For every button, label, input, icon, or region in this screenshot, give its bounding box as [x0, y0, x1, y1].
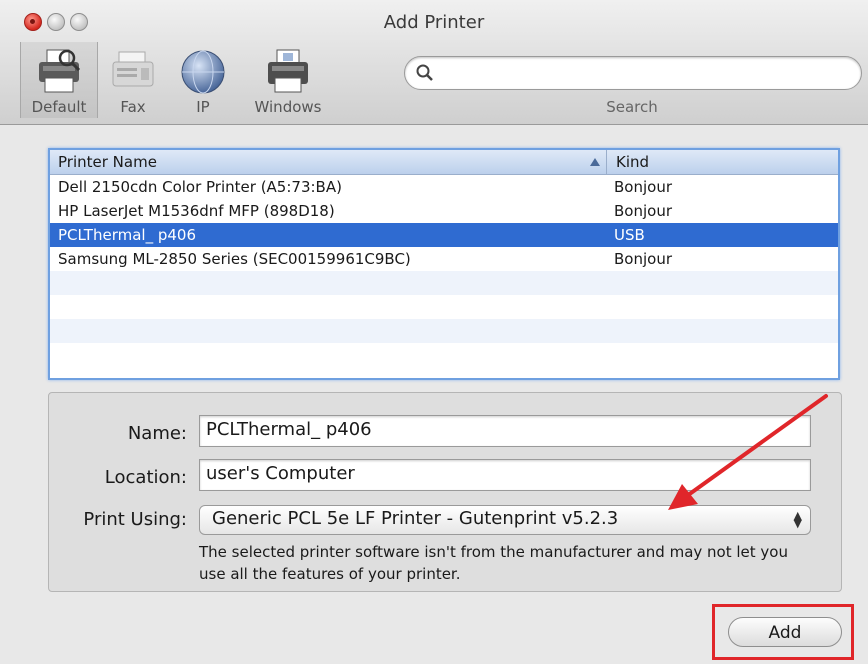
- search-field[interactable]: [404, 56, 862, 90]
- window-toolbar: Add Printer Default Fax IP Windows Searc…: [0, 0, 868, 125]
- globe-icon: [179, 48, 227, 98]
- printer-name-cell: HP LaserJet M1536dnf MFP (898D18): [58, 202, 335, 220]
- printer-name-cell: Dell 2150cdn Color Printer (A5:73:BA): [58, 178, 342, 196]
- toolbar-default-label: Default: [31, 98, 87, 116]
- printer-kind-cell: Bonjour: [614, 178, 672, 196]
- updown-arrows-icon: ▲ ▼: [793, 509, 802, 530]
- windows-printer-icon: [264, 48, 312, 98]
- fax-icon: [109, 48, 157, 96]
- print-using-select[interactable]: Generic PCL 5e LF Printer - Gutenprint v…: [199, 505, 811, 535]
- location-field[interactable]: user's Computer: [199, 459, 811, 491]
- printer-name-cell: PCLThermal_ p406: [58, 226, 197, 244]
- magnifier-icon: [415, 63, 435, 87]
- add-printer-window: Add Printer Default Fax IP Windows Searc…: [0, 0, 868, 664]
- sort-ascending-icon: [590, 158, 600, 166]
- table-row[interactable]: Dell 2150cdn Color Printer (A5:73:BA) Bo…: [50, 175, 838, 199]
- print-using-value: Generic PCL 5e LF Printer - Gutenprint v…: [212, 508, 619, 529]
- toolbar-windows-label: Windows: [254, 98, 322, 116]
- printer-details-panel: Name: PCLThermal_ p406 Location: user's …: [48, 392, 842, 592]
- add-button[interactable]: Add: [728, 617, 842, 647]
- column-header-kind[interactable]: Kind: [616, 153, 649, 171]
- search-label: Search: [606, 98, 658, 116]
- toolbar-fax-label: Fax: [120, 98, 146, 116]
- printer-kind-cell: Bonjour: [614, 250, 672, 268]
- printer-kind-cell: USB: [614, 226, 645, 244]
- printer-kind-cell: Bonjour: [614, 202, 672, 220]
- column-divider: [606, 150, 607, 174]
- printer-name-cell: Samsung ML-2850 Series (SEC00159961C9BC): [58, 250, 411, 268]
- name-label: Name:: [127, 423, 187, 444]
- location-label: Location:: [104, 467, 187, 488]
- driver-warning-note: The selected printer software isn't from…: [199, 543, 788, 583]
- name-field[interactable]: PCLThermal_ p406: [199, 415, 811, 447]
- table-row[interactable]: Samsung ML-2850 Series (SEC00159961C9BC)…: [50, 247, 838, 271]
- window-title: Add Printer: [383, 12, 485, 33]
- empty-row: [50, 295, 838, 319]
- print-using-label: Print Using:: [83, 509, 187, 530]
- column-header-printer-name[interactable]: Printer Name: [58, 153, 157, 171]
- toolbar-windows-tab[interactable]: Windows: [240, 42, 336, 118]
- printer-icon: [35, 48, 83, 98]
- toolbar-ip-tab[interactable]: IP: [176, 42, 230, 118]
- table-row[interactable]: HP LaserJet M1536dnf MFP (898D18) Bonjou…: [50, 199, 838, 223]
- empty-row: [50, 271, 838, 295]
- toolbar-default-tab[interactable]: Default: [20, 42, 98, 118]
- empty-row: [50, 319, 838, 343]
- empty-row: [50, 343, 838, 367]
- table-header: Printer Name Kind: [50, 150, 838, 175]
- search-input[interactable]: [439, 60, 843, 86]
- table-row-selected[interactable]: PCLThermal_ p406 USB: [50, 223, 838, 247]
- printer-list-table[interactable]: Printer Name Kind Dell 2150cdn Color Pri…: [48, 148, 840, 380]
- toolbar-ip-label: IP: [196, 98, 210, 116]
- toolbar-fax-tab[interactable]: Fax: [104, 42, 162, 118]
